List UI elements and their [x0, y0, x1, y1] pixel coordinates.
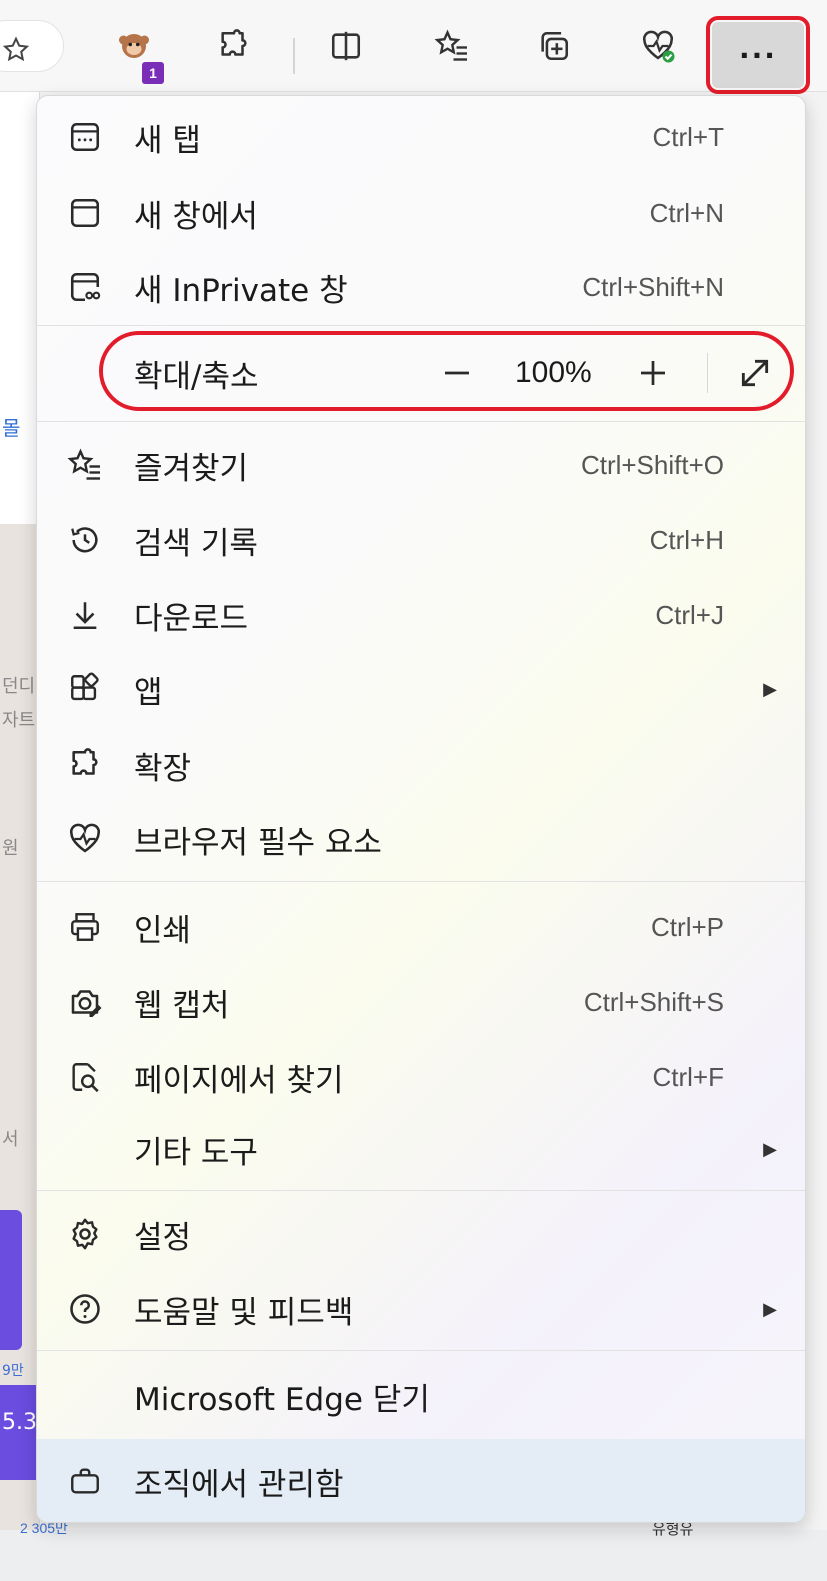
- gear-icon: [67, 1216, 103, 1252]
- menu-item-label: 새 창에서: [134, 198, 258, 235]
- menu-item-more-tools[interactable]: 기타 도구 ▶: [37, 1111, 805, 1187]
- menu-item-close-edge[interactable]: Microsoft Edge 닫기: [37, 1358, 805, 1434]
- menu-item-shortcut: Ctrl+F: [652, 1061, 725, 1092]
- menu-item-new-tab[interactable]: 새 탭 Ctrl+T: [37, 99, 805, 175]
- menu-item-label: 설정: [134, 1219, 192, 1256]
- menu-item-label: 확장: [134, 750, 192, 787]
- collections-icon[interactable]: [526, 18, 582, 74]
- background-text: 던디: [2, 676, 36, 697]
- extensions-puzzle-icon: [67, 747, 103, 783]
- menu-item-label: 새 InPrivate 창: [134, 272, 348, 309]
- highlight-ring-zoom: [99, 331, 794, 411]
- settings-and-more-menu: 새 탭 Ctrl+T 새 창에서 Ctrl+N 새 InPrivate 창 Ct…: [36, 95, 806, 1523]
- background-text: 5.3: [2, 1410, 37, 1435]
- menu-item-label: 조직에서 관리함: [134, 1467, 344, 1503]
- menu-item-shortcut: Ctrl+Shift+N: [582, 271, 724, 302]
- menu-item-label: 새 탭: [134, 122, 201, 159]
- split-screen-icon[interactable]: [318, 18, 374, 74]
- menu-item-help-feedback[interactable]: 도움말 및 피드백 ▶: [37, 1271, 805, 1347]
- page-bottom-strip: [0, 1530, 827, 1581]
- background-text: 원: [2, 838, 19, 859]
- submenu-arrow-icon: ▶: [763, 1298, 777, 1320]
- menu-item-new-inprivate-window[interactable]: 새 InPrivate 창 Ctrl+Shift+N: [37, 249, 805, 325]
- menu-item-extensions[interactable]: 확장: [37, 727, 805, 803]
- menu-item-find-on-page[interactable]: 페이지에서 찾기 Ctrl+F: [37, 1039, 805, 1115]
- find-on-page-icon: [67, 1059, 103, 1095]
- menu-item-label: 검색 기록: [134, 525, 258, 562]
- print-icon: [67, 909, 103, 945]
- apps-icon: [67, 671, 103, 707]
- menu-item-web-capture[interactable]: 웹 캡처 Ctrl+Shift+S: [37, 964, 805, 1040]
- highlight-ring-more: [706, 16, 810, 94]
- menu-item-managed-by-organization[interactable]: 조직에서 관리함: [37, 1439, 805, 1522]
- new-window-icon: [67, 195, 103, 231]
- favorites-icon[interactable]: [424, 18, 480, 74]
- menu-item-shortcut: Ctrl+Shift+S: [583, 986, 724, 1017]
- menu-item-history[interactable]: 검색 기록 Ctrl+H: [37, 502, 805, 578]
- menu-divider: [37, 881, 805, 882]
- history-icon: [67, 522, 103, 558]
- menu-item-label: 기타 도구: [134, 1134, 258, 1171]
- inprivate-window-icon: [67, 269, 103, 305]
- menu-item-favorites[interactable]: 즐겨찾기 Ctrl+Shift+O: [37, 427, 805, 503]
- background-text: 서: [2, 1129, 19, 1150]
- menu-divider: [37, 1190, 805, 1191]
- web-capture-icon: [67, 984, 103, 1020]
- briefcase-icon: [67, 1463, 103, 1499]
- menu-item-browser-essentials[interactable]: 브라우저 필수 요소: [37, 801, 805, 877]
- menu-item-label: 앱: [134, 674, 163, 711]
- menu-item-shortcut: Ctrl+J: [655, 599, 724, 630]
- background-text: 자트: [2, 710, 36, 731]
- menu-item-new-window[interactable]: 새 창에서 Ctrl+N: [37, 175, 805, 251]
- favorites-icon: [67, 447, 103, 483]
- extensions-puzzle-icon[interactable]: [206, 18, 262, 74]
- download-icon: [67, 597, 103, 633]
- menu-item-shortcut: Ctrl+T: [652, 121, 725, 152]
- extension-badge: 1: [142, 62, 164, 84]
- menu-item-downloads[interactable]: 다운로드 Ctrl+J: [37, 577, 805, 653]
- menu-item-label: 페이지에서 찾기: [134, 1062, 344, 1099]
- favorite-star-icon[interactable]: [0, 22, 44, 78]
- submenu-arrow-icon: ▶: [763, 678, 777, 700]
- background-panel: [0, 1210, 22, 1350]
- menu-item-label: 도움말 및 피드백: [134, 1294, 354, 1331]
- menu-divider: [37, 421, 805, 422]
- menu-item-shortcut: Ctrl+P: [651, 911, 724, 942]
- new-tab-icon: [67, 119, 103, 155]
- menu-item-print[interactable]: 인쇄 Ctrl+P: [37, 889, 805, 965]
- browser-essentials-icon[interactable]: [630, 18, 686, 74]
- browser-toolbar: 1 ···: [0, 0, 827, 94]
- menu-item-shortcut: Ctrl+Shift+O: [580, 449, 724, 480]
- background-text: 9만: [2, 1363, 24, 1379]
- toolbar-separator: [293, 38, 295, 74]
- menu-divider: [37, 1350, 805, 1351]
- menu-item-label: 즐겨찾기: [134, 450, 249, 487]
- menu-item-label: 웹 캡처: [134, 987, 230, 1024]
- menu-item-apps[interactable]: 앱 ▶: [37, 651, 805, 727]
- menu-divider: [37, 325, 805, 326]
- menu-item-shortcut: Ctrl+N: [649, 197, 724, 228]
- menu-item-shortcut: Ctrl+H: [649, 524, 724, 555]
- menu-item-label: 다운로드: [134, 600, 249, 637]
- browser-essentials-icon: [67, 821, 103, 857]
- menu-item-label: Microsoft Edge 닫기: [134, 1381, 430, 1418]
- menu-item-label: 인쇄: [134, 912, 192, 949]
- menu-item-label: 브라우저 필수 요소: [134, 824, 382, 861]
- submenu-arrow-icon: ▶: [763, 1138, 777, 1160]
- help-icon: [67, 1291, 103, 1327]
- background-text: 몰: [2, 416, 21, 440]
- menu-item-settings[interactable]: 설정: [37, 1196, 805, 1272]
